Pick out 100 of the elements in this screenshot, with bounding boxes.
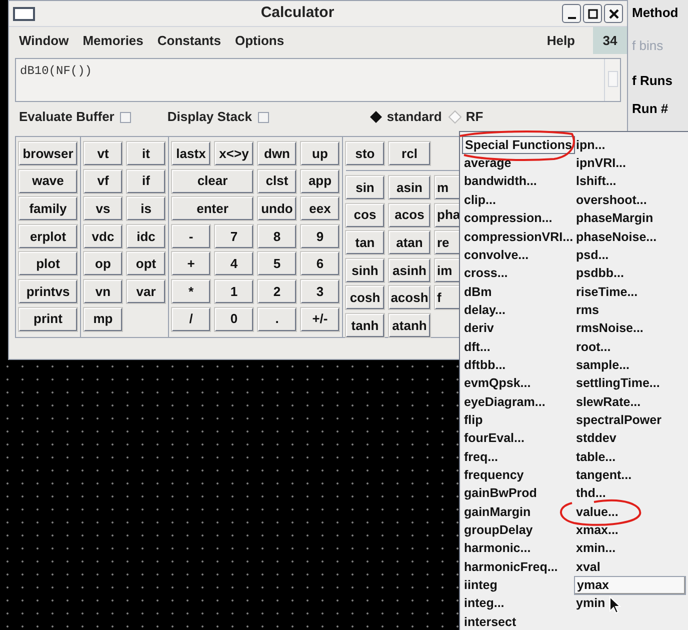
calculator-button[interactable]: up bbox=[301, 142, 339, 165]
maximize-button[interactable] bbox=[583, 4, 602, 23]
calculator-button[interactable]: is bbox=[127, 197, 165, 220]
menu-item[interactable]: ipn... bbox=[574, 136, 688, 154]
calculator-button[interactable]: vdc bbox=[84, 224, 122, 248]
calculator-button[interactable]: vf bbox=[84, 170, 122, 193]
calculator-button[interactable]: vs bbox=[84, 197, 122, 220]
menu-item[interactable]: freq... bbox=[462, 448, 574, 466]
menu-item[interactable]: dftbb... bbox=[462, 356, 574, 374]
menu-item[interactable]: stddev bbox=[574, 430, 688, 448]
calculator-button[interactable]: family bbox=[19, 197, 77, 220]
calculator-button[interactable]: clst bbox=[258, 170, 296, 193]
calculator-button[interactable]: sto bbox=[346, 142, 384, 165]
calculator-button[interactable]: eex bbox=[301, 197, 339, 220]
menu-item[interactable]: ymin bbox=[574, 594, 688, 613]
menu-item[interactable]: sample... bbox=[574, 356, 688, 374]
menu-item[interactable]: psd... bbox=[574, 246, 688, 264]
calculator-button[interactable]: 5 bbox=[258, 252, 296, 276]
calculator-button[interactable]: asinh bbox=[389, 258, 430, 282]
calculator-button[interactable]: dwn bbox=[258, 142, 296, 165]
menu-item[interactable]: Options bbox=[234, 30, 284, 50]
menu-item[interactable]: riseTime... bbox=[574, 282, 688, 302]
calculator-button[interactable]: enter bbox=[172, 197, 253, 220]
menu-item[interactable]: lshift... bbox=[574, 172, 688, 192]
menu-item[interactable]: gainMargin bbox=[462, 502, 574, 522]
menu-item[interactable]: harmonicFreq... bbox=[462, 558, 574, 576]
menu-item[interactable]: average bbox=[462, 154, 574, 173]
checkbox[interactable] bbox=[258, 112, 269, 122]
calculator-button[interactable]: * bbox=[172, 280, 210, 303]
calculator-button[interactable]: erplot bbox=[19, 224, 77, 248]
calculator-button[interactable]: / bbox=[172, 308, 210, 331]
calculator-button[interactable]: lastx bbox=[172, 142, 210, 165]
calculator-button[interactable]: vn bbox=[84, 280, 122, 303]
menu-item[interactable]: phaseMargin bbox=[574, 209, 688, 228]
calculator-button[interactable]: tan bbox=[346, 231, 384, 254]
menu-item[interactable]: ipnVRI... bbox=[574, 154, 688, 173]
calculator-button[interactable]: atan bbox=[389, 231, 430, 254]
menu-item[interactable]: overshoot... bbox=[574, 191, 688, 210]
menu-item[interactable]: phaseNoise... bbox=[574, 228, 688, 246]
menu-item[interactable]: deriv bbox=[462, 319, 574, 338]
calculator-button[interactable]: print bbox=[19, 308, 77, 331]
checkbox[interactable] bbox=[120, 112, 132, 122]
menu-item[interactable]: xmin... bbox=[574, 540, 688, 558]
calculator-button[interactable]: asin bbox=[389, 176, 430, 199]
menu-item[interactable]: tangent... bbox=[574, 466, 688, 485]
menu-item[interactable]: thd... bbox=[574, 484, 688, 503]
calculator-button[interactable]: app bbox=[301, 170, 339, 193]
radio-button[interactable] bbox=[368, 110, 383, 124]
menu-item[interactable]: rmsNoise... bbox=[574, 319, 688, 338]
menu-item[interactable]: spectralPower bbox=[574, 411, 688, 430]
calculator-button[interactable]: var bbox=[127, 280, 165, 303]
calculator-button[interactable]: cosh bbox=[346, 286, 384, 310]
calculator-button[interactable]: 6 bbox=[301, 252, 339, 276]
menu-item[interactable]: Memories bbox=[82, 30, 144, 50]
menu-item[interactable]: settlingTime... bbox=[574, 374, 688, 393]
calculator-button[interactable]: rcl bbox=[389, 142, 430, 165]
calculator-button[interactable]: undo bbox=[258, 197, 296, 220]
menu-item[interactable]: ymax bbox=[574, 576, 686, 595]
calculator-button[interactable]: cos bbox=[346, 204, 384, 227]
calculator-button[interactable]: atanh bbox=[389, 314, 430, 337]
menu-item[interactable]: gainBwProd bbox=[462, 484, 574, 503]
calculator-button[interactable]: 3 bbox=[301, 280, 339, 303]
menu-item[interactable]: dft... bbox=[462, 338, 574, 356]
calculator-button[interactable]: 2 bbox=[258, 280, 296, 303]
calculator-button[interactable]: - bbox=[172, 224, 210, 248]
menu-item[interactable]: xval bbox=[574, 558, 688, 576]
radio-button[interactable] bbox=[448, 110, 462, 124]
calculator-button[interactable]: x<>y bbox=[215, 142, 253, 165]
scrollbar[interactable] bbox=[604, 59, 620, 101]
calculator-button[interactable]: 7 bbox=[215, 224, 253, 248]
calculator-button[interactable]: 4 bbox=[215, 252, 253, 276]
buffer-field[interactable]: dB10(NF()) bbox=[15, 58, 621, 102]
calculator-button[interactable]: 1 bbox=[215, 280, 253, 303]
calculator-button[interactable]: sinh bbox=[346, 258, 384, 282]
calculator-button[interactable]: . bbox=[258, 308, 296, 331]
menu-item[interactable]: value... bbox=[574, 502, 688, 522]
menu-item[interactable]: iinteg bbox=[462, 576, 574, 595]
menu-item[interactable]: flip bbox=[462, 411, 574, 430]
menu-item[interactable]: Window bbox=[19, 30, 69, 50]
calculator-button[interactable]: opt bbox=[127, 252, 165, 276]
calculator-button[interactable]: sin bbox=[346, 176, 384, 199]
menu-item[interactable]: frequency bbox=[462, 466, 574, 485]
menu-item[interactable]: table... bbox=[574, 448, 688, 466]
menu-item[interactable]: integ... bbox=[462, 594, 574, 613]
calculator-button[interactable]: browser bbox=[19, 142, 77, 165]
calculator-button[interactable]: tanh bbox=[346, 314, 384, 337]
menu-item[interactable]: harmonic... bbox=[462, 540, 574, 558]
menu-item[interactable]: root... bbox=[574, 338, 688, 356]
calculator-button[interactable]: 0 bbox=[215, 308, 253, 331]
calculator-button[interactable]: wave bbox=[19, 170, 77, 193]
calculator-button[interactable]: op bbox=[84, 252, 122, 276]
menu-item[interactable]: slewRate... bbox=[574, 392, 688, 412]
help-menu[interactable]: Help bbox=[546, 30, 575, 50]
calculator-button[interactable]: mp bbox=[84, 308, 122, 331]
menu-item[interactable]: fourEval... bbox=[462, 430, 574, 448]
calculator-button[interactable]: if bbox=[127, 170, 165, 193]
close-button[interactable] bbox=[604, 4, 623, 23]
menu-item[interactable]: rms bbox=[574, 301, 688, 320]
minimize-button[interactable] bbox=[562, 4, 581, 23]
menu-item[interactable]: Constants bbox=[157, 30, 221, 50]
